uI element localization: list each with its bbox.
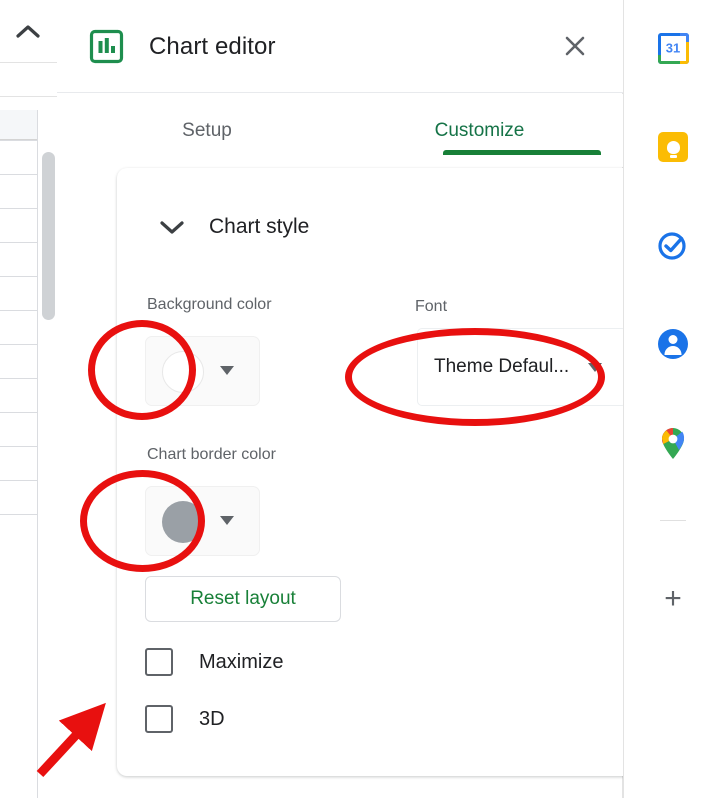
chart-border-color-swatch-button[interactable] (145, 486, 260, 556)
grid-row-line (0, 480, 38, 481)
section-title-chart-style: Chart style (209, 215, 310, 238)
grid-row-line (0, 208, 38, 209)
add-app-button[interactable]: + (650, 576, 696, 622)
chevron-up-icon[interactable] (12, 18, 44, 46)
spreadsheet-left-strip (0, 0, 57, 798)
scrollbar-thumb[interactable] (42, 152, 55, 320)
app-window: Chart editor Setup Customize Chart style… (0, 0, 720, 798)
grid-row-line (0, 514, 38, 515)
google-contacts-icon[interactable] (650, 321, 696, 367)
google-maps-icon[interactable] (650, 420, 696, 466)
grid-row-line (0, 344, 38, 345)
dropdown-caret-icon (220, 366, 234, 375)
grid-row-line (0, 310, 38, 311)
calendar-day-number: 31 (665, 40, 681, 56)
google-calendar-icon[interactable]: 31 (650, 25, 696, 71)
maximize-label: Maximize (199, 650, 284, 673)
dropdown-caret-icon (220, 516, 234, 525)
reset-layout-button[interactable]: Reset layout (145, 576, 341, 622)
background-color-swatch (162, 351, 204, 393)
grid-row-line (0, 276, 38, 277)
chart-style-card: Chart style Background color Font Theme … (117, 168, 677, 776)
grid-row-line (0, 446, 38, 447)
chart-border-color-swatch (162, 501, 204, 543)
grid-row-line (0, 242, 38, 243)
3d-checkbox-row[interactable]: 3D (145, 700, 225, 738)
panel-header: Chart editor (57, 0, 623, 93)
label-chart-border-color: Chart border color (147, 446, 276, 463)
page-title: Chart editor (149, 33, 276, 60)
rail-divider (660, 520, 686, 521)
column-header-cell[interactable] (0, 110, 38, 140)
strip-divider (0, 96, 57, 97)
3d-label: 3D (199, 707, 225, 730)
grid-column-line (37, 110, 38, 525)
vertical-scrollbar[interactable] (40, 110, 57, 798)
dropdown-caret-icon (588, 363, 602, 372)
close-icon[interactable] (557, 28, 593, 64)
panel-tabs: Setup Customize (57, 94, 623, 167)
background-color-swatch-button[interactable] (145, 336, 260, 406)
google-apps-side-rail: 31 + (623, 0, 720, 798)
maximize-checkbox-row[interactable]: Maximize (145, 643, 283, 681)
grid-row-line (0, 174, 38, 175)
google-tasks-icon[interactable] (650, 222, 696, 268)
grid-row-line (0, 140, 38, 141)
chevron-down-icon[interactable] (153, 208, 191, 246)
tab-customize[interactable]: Customize (387, 94, 572, 167)
strip-divider (0, 62, 57, 63)
bar-chart-icon (89, 29, 124, 64)
maximize-checkbox[interactable] (145, 648, 173, 676)
font-dropdown-value: Theme Defaul... (434, 356, 570, 377)
tab-setup[interactable]: Setup (127, 94, 287, 167)
tab-active-indicator (443, 150, 601, 155)
google-keep-icon[interactable] (650, 124, 696, 170)
font-dropdown[interactable]: Theme Defaul... (417, 328, 627, 406)
3d-checkbox[interactable] (145, 705, 173, 733)
chart-editor-panel: Chart editor Setup Customize Chart style… (57, 0, 677, 798)
grid-row-line (0, 378, 38, 379)
grid-column-line (37, 514, 38, 798)
label-background-color: Background color (147, 296, 272, 313)
label-font: Font (415, 298, 448, 315)
grid-row-line (0, 412, 38, 413)
